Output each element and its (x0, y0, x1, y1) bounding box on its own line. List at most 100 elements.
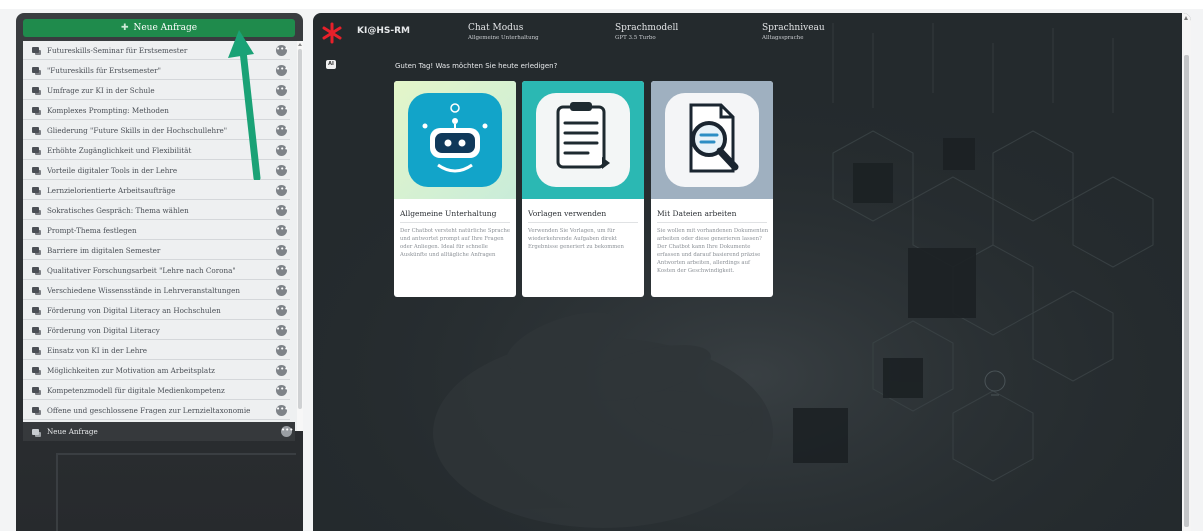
more-options-icon[interactable]: ••• (276, 264, 288, 276)
chat-bubble-icon (32, 67, 41, 75)
chat-item[interactable]: Offene und geschlossene Fragen zur Lernz… (23, 401, 290, 420)
new-request-label: Neue Anfrage (133, 23, 198, 33)
chat-item[interactable]: Förderung von Digital Literacy an Hochsc… (23, 301, 290, 320)
chat-bubble-icon (32, 347, 41, 355)
chat-item-label: Offene und geschlossene Fragen zur Lernz… (47, 405, 251, 415)
chat-bubble-icon (32, 227, 41, 235)
more-options-icon[interactable]: ••• (276, 244, 288, 256)
card-title: Allgemeine Unterhaltung (400, 209, 510, 223)
chat-bubble-icon (32, 207, 41, 215)
ai-avatar-badge: AI (326, 60, 336, 69)
chat-item[interactable]: Möglichkeiten zur Motivation am Arbeitsp… (23, 361, 290, 380)
more-options-icon[interactable]: ••• (276, 404, 288, 416)
chat-item[interactable]: Kompetenzmodell für digitale Medienkompe… (23, 381, 290, 400)
chat-item-label: Kompetenzmodell für digitale Medienkompe… (47, 385, 225, 395)
greeting-message: Guten Tag! Was möchten Sie heute erledig… (395, 62, 558, 70)
chat-item[interactable]: Einsatz von KI in der Lehre ••• (23, 341, 290, 360)
more-options-icon[interactable]: ••• (276, 284, 288, 296)
sidebar-background-decoration (56, 453, 296, 531)
card-use-templates[interactable]: Vorlagen verwenden Verwenden Sie Vorlage… (522, 81, 644, 297)
chat-item-label: Lernzielorientierte Arbeitsaufträge (47, 185, 176, 195)
chat-bubble-icon (32, 87, 41, 95)
card-description: Der Chatbot versteht natürliche Sprache … (400, 228, 511, 258)
robot-icon (394, 81, 516, 199)
chat-mode-value: Allgemeine Unterhaltung (468, 35, 539, 41)
chat-bubble-icon (32, 127, 41, 135)
more-options-icon[interactable]: ••• (276, 144, 288, 156)
chat-item-label: Sokratisches Gespräch: Thema wählen (47, 205, 189, 215)
chat-bubble-icon (32, 307, 41, 315)
main-scroll-thumb[interactable] (1184, 55, 1189, 527)
more-options-icon[interactable]: ••• (276, 164, 288, 176)
more-options-icon[interactable]: ••• (276, 344, 288, 356)
card-description: Verwenden Sie Vorlagen, um für wiederkeh… (528, 228, 624, 250)
chat-item[interactable]: Sokratisches Gespräch: Thema wählen ••• (23, 201, 290, 220)
more-options-icon[interactable]: ••• (276, 384, 288, 396)
browser-top-strip (0, 0, 1203, 9)
chat-bubble-icon (32, 327, 41, 335)
chat-bubble-icon (32, 428, 41, 437)
scroll-up-arrow-icon[interactable] (1184, 16, 1188, 20)
main-panel: KI@HS-RM Chat Modus Allgemeine Unterhalt… (313, 13, 1191, 531)
more-options-icon[interactable]: ••• (276, 64, 288, 76)
language-level-title: Sprachniveau (762, 23, 825, 33)
chat-bubble-icon (32, 167, 41, 175)
chat-bubble-icon (32, 267, 41, 275)
more-options-icon[interactable]: ••• (276, 124, 288, 136)
more-options-icon[interactable]: ••• (276, 84, 288, 96)
more-options-icon[interactable]: ••• (276, 184, 288, 196)
chat-item-label: Qualitativer Forschungsarbeit "Lehre nac… (47, 265, 236, 275)
more-options-icon[interactable]: ••• (276, 204, 288, 216)
chat-bubble-icon (32, 47, 41, 55)
chat-item[interactable]: Verschiedene Wissensstände in Lehrverans… (23, 281, 290, 300)
document-search-icon (651, 81, 773, 199)
sidebar-scroll-thumb[interactable] (298, 49, 302, 409)
chat-item[interactable]: Förderung von Digital Literacy ••• (23, 321, 290, 340)
chat-mode-title: Chat Modus (468, 23, 524, 33)
chat-item-label: Prompt-Thema festlegen (47, 225, 137, 235)
chat-item[interactable]: Lernzielorientierte Arbeitsaufträge ••• (23, 181, 290, 200)
chat-bubble-icon (32, 147, 41, 155)
chat-bubble-icon (32, 187, 41, 195)
more-options-icon[interactable]: ••• (276, 324, 288, 336)
language-model-selector[interactable]: Sprachmodell GPT 3.5 Turbo (615, 23, 678, 41)
chat-item[interactable]: Prompt-Thema festlegen ••• (23, 221, 290, 240)
chat-bubble-icon (32, 367, 41, 375)
chat-item-active[interactable]: Neue Anfrage ••• (23, 422, 295, 441)
main-scrollbar[interactable] (1182, 13, 1191, 531)
more-options-icon[interactable]: ••• (276, 304, 288, 316)
chat-bubble-icon (32, 407, 41, 415)
chat-bubble-icon (32, 287, 41, 295)
chat-bubble-icon (32, 107, 41, 115)
more-options-icon[interactable]: ••• (281, 426, 293, 437)
hs-rm-logo-icon (322, 22, 342, 44)
chat-item-label: Möglichkeiten zur Motivation am Arbeitsp… (47, 365, 215, 375)
card-general-conversation[interactable]: Allgemeine Unterhaltung Der Chatbot vers… (394, 81, 516, 297)
scroll-up-arrow-icon[interactable] (298, 43, 302, 46)
chat-item-label: Verschiedene Wissensstände in Lehrverans… (47, 285, 241, 295)
sidebar-scrollbar[interactable] (297, 41, 303, 431)
card-work-with-files[interactable]: Mit Dateien arbeiten Sie wollen mit vorh… (651, 81, 773, 297)
chat-item-label: Förderung von Digital Literacy (47, 325, 160, 335)
chat-bubble-icon (32, 387, 41, 395)
chat-bubble-icon (32, 247, 41, 255)
language-level-selector[interactable]: Sprachniveau Alltagssprache (762, 23, 825, 41)
language-model-title: Sprachmodell (615, 23, 679, 33)
plus-icon: ✚ (120, 23, 129, 33)
card-title: Mit Dateien arbeiten (657, 209, 767, 223)
language-level-value: Alltagssprache (762, 35, 804, 41)
annotation-arrow-icon (228, 30, 261, 180)
chat-item-label: Barriere im digitalen Semester (47, 245, 161, 255)
brand-name: KI@HS-RM (357, 26, 410, 36)
chat-mode-selector[interactable]: Chat Modus Allgemeine Unterhaltung (468, 23, 539, 41)
chat-item-label: Förderung von Digital Literacy an Hochsc… (47, 305, 221, 315)
more-options-icon[interactable]: ••• (276, 364, 288, 376)
chat-item-label: Neue Anfrage (47, 427, 98, 436)
more-options-icon[interactable]: ••• (276, 224, 288, 236)
more-options-icon[interactable]: ••• (276, 44, 288, 56)
chat-item[interactable]: Qualitativer Forschungsarbeit "Lehre nac… (23, 261, 290, 280)
language-model-value: GPT 3.5 Turbo (615, 35, 656, 41)
chat-item[interactable]: Barriere im digitalen Semester ••• (23, 241, 290, 260)
clipboard-icon (522, 81, 644, 199)
more-options-icon[interactable]: ••• (276, 104, 288, 116)
